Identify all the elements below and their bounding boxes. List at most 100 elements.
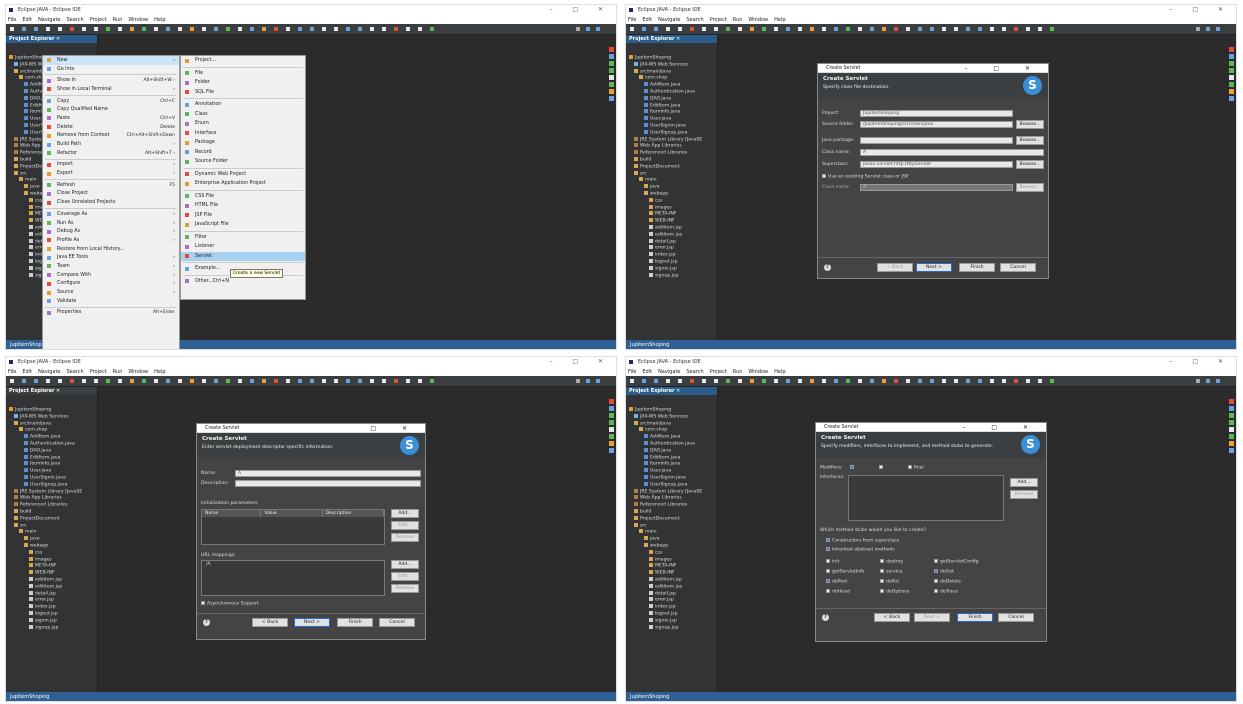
- superclass-browse-button[interactable]: Browse...: [1016, 160, 1044, 169]
- toolbar-tool-icon[interactable]: [1002, 27, 1006, 31]
- tree-item[interactable]: Web App Libraries: [6, 495, 97, 502]
- tree-item[interactable]: css: [6, 549, 97, 557]
- cancel-button[interactable]: Cancel: [379, 618, 415, 627]
- side-view-icon[interactable]: [1229, 54, 1234, 59]
- tree-item[interactable]: UserSignup.java: [626, 129, 717, 137]
- tree-item[interactable]: images: [6, 556, 97, 564]
- java-perspective-icon[interactable]: [596, 27, 600, 31]
- method-dooptions-option[interactable]: doOptions: [880, 589, 909, 595]
- toolbar-tool-icon[interactable]: [370, 379, 374, 383]
- tree-item[interactable]: DAO.java: [626, 447, 717, 455]
- interfaces-add-button[interactable]: Add...: [1010, 478, 1038, 487]
- menu-item-source[interactable]: Source ›: [43, 288, 179, 297]
- tree-item[interactable]: src/main/java: [6, 420, 97, 428]
- tree-item[interactable]: build: [626, 508, 717, 516]
- method-service-option[interactable]: service: [880, 569, 902, 575]
- side-view-icon[interactable]: [609, 399, 614, 404]
- toolbar-tool-icon[interactable]: [226, 27, 230, 31]
- toolbar-tool-icon[interactable]: [202, 27, 206, 31]
- toolbar-tool-icon[interactable]: [1038, 27, 1042, 31]
- tree-item[interactable]: UserSignup.java: [626, 481, 717, 489]
- finish-button[interactable]: Finish: [337, 618, 373, 627]
- modifier-abstract-checkbox[interactable]: [878, 465, 883, 469]
- description-field[interactable]: [235, 480, 421, 487]
- method-dodelete-option[interactable]: doDelete: [934, 579, 961, 585]
- toolbar-tool-icon[interactable]: [430, 27, 434, 31]
- menu-item-coverage-as[interactable]: Coverage As ›: [43, 210, 179, 219]
- menu-item-refactor[interactable]: Refactor Alt+Shift+T ›: [43, 149, 179, 158]
- toolbar-tool-icon[interactable]: [154, 379, 158, 383]
- tree-item[interactable]: index.jsp: [626, 604, 717, 611]
- toolbar-tool-icon[interactable]: [394, 27, 398, 31]
- toolbar-tool-icon[interactable]: [726, 27, 730, 31]
- tree-item[interactable]: JupitemShoping: [6, 407, 97, 414]
- toolbar-tool-icon[interactable]: [118, 379, 122, 383]
- tree-item[interactable]: User.java: [626, 116, 717, 123]
- toolbar-tool-icon[interactable]: [286, 379, 290, 383]
- back-button[interactable]: < Back: [877, 263, 913, 272]
- search-icon[interactable]: [1196, 27, 1200, 31]
- tree-item[interactable]: WEB-INF: [626, 570, 717, 577]
- toolbar-tool-icon[interactable]: [238, 379, 242, 383]
- toolbar-tool-icon[interactable]: [942, 379, 946, 383]
- toolbar-tool-icon[interactable]: [382, 27, 386, 31]
- method-init-option[interactable]: init: [826, 559, 839, 565]
- menu-item-copy[interactable]: Copy Ctrl+C: [43, 97, 179, 106]
- method-checkbox[interactable]: [880, 559, 884, 563]
- side-view-icon[interactable]: [609, 75, 614, 80]
- toolbar-tool-icon[interactable]: [894, 379, 898, 383]
- menu-item-java-ee-tools[interactable]: Java EE Tools ›: [43, 253, 179, 262]
- toolbar[interactable]: [6, 376, 616, 387]
- toolbar-tool-icon[interactable]: [142, 379, 146, 383]
- tree-item[interactable]: JRE System Library [JavaSE: [626, 136, 717, 144]
- tree-item[interactable]: logout.jsp: [626, 610, 717, 618]
- toolbar-tool-icon[interactable]: [834, 379, 838, 383]
- toolbar-tool-icon[interactable]: [310, 27, 314, 31]
- toolbar-tool-icon[interactable]: [154, 27, 158, 31]
- toolbar-tool-icon[interactable]: [250, 379, 254, 383]
- side-view-icon[interactable]: [609, 54, 614, 59]
- toolbar-tool-icon[interactable]: [666, 27, 670, 31]
- menu-item-class[interactable]: Class: [181, 110, 305, 120]
- side-view-icon[interactable]: [609, 420, 614, 425]
- back-button[interactable]: < Back: [874, 613, 910, 622]
- toolbar-tool-icon[interactable]: [298, 27, 302, 31]
- toolbar-tool-icon[interactable]: [1050, 27, 1054, 31]
- side-view-icon[interactable]: [609, 61, 614, 66]
- menu-item-import[interactable]: Import ›: [43, 161, 179, 170]
- tree-item[interactable]: META-INF: [6, 563, 97, 570]
- next-button[interactable]: Next >: [916, 263, 952, 272]
- toolbar-tool-icon[interactable]: [822, 379, 826, 383]
- toolbar-tool-icon[interactable]: [726, 379, 730, 383]
- tree-item[interactable]: com.shop: [6, 427, 97, 434]
- tree-item[interactable]: edititem.jsp: [626, 231, 717, 239]
- window-controls[interactable]: – □ ✕: [549, 358, 612, 365]
- menu-window[interactable]: Window: [748, 17, 768, 23]
- java-package-field[interactable]: [860, 137, 1013, 144]
- menu-navigate[interactable]: Navigate: [658, 17, 680, 23]
- tree-item[interactable]: main: [626, 529, 717, 536]
- toolbar-tool-icon[interactable]: [858, 27, 862, 31]
- tree-item[interactable]: src/main/java: [626, 68, 717, 76]
- menu-item-annotation[interactable]: Annotation: [181, 100, 305, 110]
- menu-item-enum[interactable]: Enum: [181, 119, 305, 129]
- menu-item-source-folder[interactable]: Source Folder: [181, 157, 305, 167]
- menu-edit[interactable]: Edit: [22, 369, 32, 375]
- window-controls[interactable]: – □ ✕: [549, 6, 612, 13]
- tree-item[interactable]: webapp: [626, 542, 717, 550]
- toolbar-tool-icon[interactable]: [262, 379, 266, 383]
- window-controls[interactable]: – □ ✕: [1169, 6, 1232, 13]
- tree-item[interactable]: UserSignup.java: [6, 481, 97, 489]
- tree-item[interactable]: Web App Libraries: [626, 143, 717, 150]
- side-view-icon[interactable]: [609, 96, 614, 101]
- method-destroy-option[interactable]: destroy: [880, 559, 903, 565]
- tree-item[interactable]: JAX-WS Web Services: [626, 61, 717, 69]
- toolbar-tool-icon[interactable]: [358, 27, 362, 31]
- menu-item-configure[interactable]: Configure ›: [43, 280, 179, 289]
- toolbar-tool-icon[interactable]: [954, 379, 958, 383]
- back-button[interactable]: < Back: [252, 618, 288, 627]
- toolbar-tool-icon[interactable]: [654, 27, 658, 31]
- tree-item[interactable]: UserSignin.java: [6, 474, 97, 482]
- tree-item[interactable]: JRE System Library [JavaSE: [6, 488, 97, 496]
- toolbar-tool-icon[interactable]: [642, 27, 646, 31]
